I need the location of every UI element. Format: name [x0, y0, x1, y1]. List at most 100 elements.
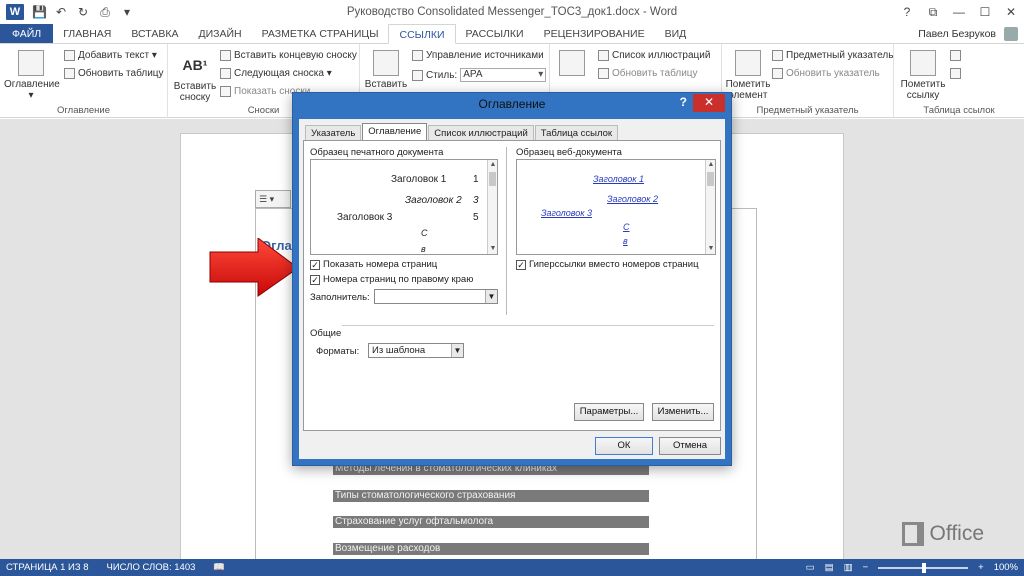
insert-caption-button[interactable]	[554, 48, 590, 79]
tab-insert[interactable]: ВСТАВКА	[121, 24, 188, 43]
proofing-icon[interactable]: 📖	[213, 559, 225, 576]
tab-view[interactable]: ВИД	[655, 24, 697, 43]
zoom-slider-thumb[interactable]	[922, 562, 927, 573]
right-align-checkbox[interactable]: ✓ Номера страниц по правому краю	[310, 274, 473, 285]
add-text-button[interactable]: Добавить текст ▾	[64, 50, 157, 61]
mark-entry-icon	[735, 50, 761, 76]
toc-entry[interactable]: Типы стоматологического страхования	[333, 490, 649, 502]
zoom-out-button[interactable]: −	[863, 559, 869, 576]
mark-entry-label-2: элемент	[728, 90, 768, 101]
formats-select[interactable]: Из шаблона ▼	[368, 343, 464, 358]
page-count[interactable]: СТРАНИЦА 1 ИЗ 8	[6, 559, 89, 576]
update-figures-button[interactable]: Обновить таблицу	[598, 68, 698, 79]
update-table-button[interactable]: Обновить таблицу	[64, 68, 164, 79]
cancel-button[interactable]: Отмена	[659, 437, 721, 455]
add-text-label: Добавить текст ▾	[78, 50, 157, 61]
style-selector[interactable]: Стиль: APA	[412, 68, 547, 82]
ribbon-display-icon[interactable]: ⧉	[920, 0, 946, 24]
scroll-up-icon[interactable]: ▲	[706, 160, 715, 170]
chevron-down-icon[interactable]: ▼	[451, 344, 463, 357]
close-window-button[interactable]: ✕	[998, 0, 1024, 24]
minimize-button[interactable]: —	[946, 0, 972, 24]
scroll-down-icon[interactable]: ▼	[488, 244, 497, 254]
scroll-thumb[interactable]	[489, 172, 496, 186]
dialog-close-button[interactable]: ✕	[693, 94, 725, 112]
leader-select[interactable]: ▼	[374, 289, 498, 304]
word-count[interactable]: ЧИСЛО СЛОВ: 1403	[107, 559, 196, 576]
tab-references[interactable]: ССЫЛКИ	[388, 24, 456, 44]
save-icon[interactable]: 💾	[32, 5, 47, 19]
tab-home[interactable]: ГЛАВНАЯ	[53, 24, 121, 43]
insert-endnote-button[interactable]: Вставить концевую сноску	[220, 50, 357, 61]
red-arrow-icon	[209, 238, 299, 297]
manage-sources-button[interactable]: Управление источниками	[412, 50, 544, 61]
tab-review[interactable]: РЕЦЕНЗИРОВАНИЕ	[534, 24, 655, 43]
undo-icon[interactable]: ↶	[54, 5, 68, 19]
checkbox-checked-icon[interactable]: ✓	[516, 259, 526, 270]
formats-label: Форматы:	[316, 346, 360, 357]
leader-label: Заполнитель:	[310, 292, 370, 303]
avatar[interactable]	[1004, 27, 1018, 41]
tab-design[interactable]: ДИЗАЙН	[188, 24, 251, 43]
checkbox-checked-icon[interactable]: ✓	[310, 259, 320, 270]
dialog-tabs: Указатель Оглавление Список иллюстраций …	[305, 123, 619, 140]
help-icon[interactable]: ?	[894, 0, 920, 24]
checkbox-checked-icon[interactable]: ✓	[310, 274, 320, 285]
style-dropdown[interactable]: APA	[460, 68, 547, 82]
insert-citation-label: Вставить	[364, 79, 408, 90]
toc-control-toolbar[interactable]: ☰ ▾	[255, 190, 291, 208]
scroll-down-icon[interactable]: ▼	[706, 244, 715, 254]
zoom-in-button[interactable]: +	[978, 559, 984, 576]
customize-qa-icon[interactable]: ▾	[120, 5, 134, 19]
hyperlinks-checkbox[interactable]: ✓ Гиперссылки вместо номеров страниц	[516, 259, 699, 270]
print-preview-icon[interactable]: ⎙	[98, 5, 112, 19]
preview-heading-1: Заголовок 1	[391, 174, 447, 185]
scroll-thumb[interactable]	[707, 172, 714, 186]
group-label-toc: Оглавление	[57, 105, 110, 116]
user-name[interactable]: Павел Безруков	[918, 24, 996, 44]
tab-layout[interactable]: РАЗМЕТКА СТРАНИЦЫ	[252, 24, 389, 43]
show-page-numbers-checkbox[interactable]: ✓ Показать номера страниц	[310, 259, 437, 270]
tab-toc[interactable]: Оглавление	[362, 123, 428, 140]
figures-list-label: Список иллюстраций	[612, 50, 711, 61]
scroll-up-icon[interactable]: ▲	[488, 160, 497, 170]
tab-mailings[interactable]: РАССЫЛКИ	[456, 24, 534, 43]
add-text-icon	[64, 50, 75, 61]
chevron-down-icon[interactable]: ▼	[485, 290, 497, 303]
tab-figures[interactable]: Список иллюстраций	[428, 125, 534, 140]
figures-list-button[interactable]: Список иллюстраций	[598, 50, 710, 61]
zoom-slider[interactable]	[878, 562, 969, 573]
tab-file[interactable]: ФАЙЛ	[0, 24, 54, 43]
tab-authorities[interactable]: Таблица ссылок	[534, 125, 619, 140]
toc-entry[interactable]: Возмещение расходов	[333, 543, 649, 555]
toc-button[interactable]: Оглавление ▾	[4, 48, 60, 101]
maximize-button[interactable]: ☐	[972, 0, 998, 24]
insert-authorities-button[interactable]	[950, 50, 961, 61]
ribbon-tabs: ФАЙЛ ГЛАВНАЯ ВСТАВКА ДИЗАЙН РАЗМЕТКА СТР…	[0, 24, 1024, 44]
preview-heading-3: Заголовок 3	[337, 212, 393, 223]
insert-index-button[interactable]: Предметный указатель	[772, 50, 893, 61]
insert-footnote-button[interactable]: AB¹ Вставить сноску	[172, 50, 218, 103]
next-footnote-button[interactable]: Следующая сноска ▾	[220, 68, 332, 79]
print-preview-scrollbar[interactable]: ▲ ▼	[487, 160, 497, 254]
preview-page-2: 3	[473, 195, 479, 206]
read-mode-icon[interactable]: ▭	[806, 559, 815, 576]
dialog-help-icon[interactable]: ?	[680, 95, 687, 109]
update-authorities-button[interactable]	[950, 68, 961, 79]
redo-icon[interactable]: ↻	[76, 5, 90, 19]
insert-citation-button[interactable]: Вставить	[362, 48, 410, 90]
modify-button[interactable]: Изменить...	[652, 403, 714, 421]
zoom-level[interactable]: 100%	[994, 559, 1018, 576]
update-index-button[interactable]: Обновить указатель	[772, 68, 880, 79]
mark-citation-button[interactable]: Пометить ссылку	[898, 48, 948, 101]
divider	[342, 325, 714, 326]
general-section-label: Общие	[310, 328, 342, 339]
manage-sources-icon	[412, 50, 423, 61]
ok-button[interactable]: ОК	[595, 437, 653, 455]
web-preview-scrollbar[interactable]: ▲ ▼	[705, 160, 715, 254]
web-layout-icon[interactable]: ▥	[844, 559, 853, 576]
print-layout-icon[interactable]: ▤	[825, 559, 834, 576]
tab-index[interactable]: Указатель	[305, 125, 362, 140]
options-button[interactable]: Параметры...	[574, 403, 644, 421]
toc-entry[interactable]: Страхование услуг офтальмолога	[333, 516, 649, 528]
